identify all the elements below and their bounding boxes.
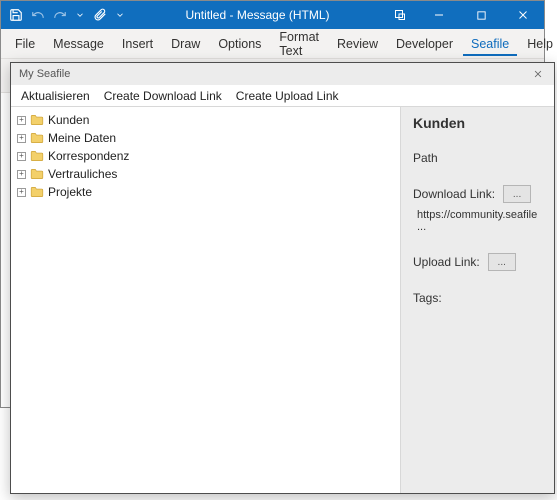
close-button[interactable] bbox=[502, 1, 544, 29]
attach-icon[interactable] bbox=[93, 8, 107, 22]
menubar-help[interactable]: Help bbox=[519, 32, 557, 56]
chevron-down-icon[interactable] bbox=[75, 10, 85, 20]
seafile-menu-refresh[interactable]: Aktualisieren bbox=[21, 89, 90, 103]
tags-label: Tags: bbox=[413, 291, 542, 305]
download-link-browse-button[interactable]: ... bbox=[503, 185, 531, 203]
folder-icon bbox=[30, 150, 44, 162]
redo-icon[interactable] bbox=[53, 8, 67, 22]
detail-panel: Kunden Path Download Link: ... https://c… bbox=[401, 107, 554, 493]
seafile-menubar: Aktualisieren Create Download Link Creat… bbox=[11, 85, 554, 107]
tree-item-label: Projekte bbox=[48, 184, 92, 200]
seafile-menu-create-upload[interactable]: Create Upload Link bbox=[236, 89, 339, 103]
window-controls bbox=[382, 1, 544, 29]
path-field: Path bbox=[413, 151, 542, 165]
expand-icon[interactable]: + bbox=[17, 188, 26, 197]
tree-item-label: Korrespondenz bbox=[48, 148, 129, 164]
undo-icon[interactable] bbox=[31, 8, 45, 22]
save-icon[interactable] bbox=[9, 8, 23, 22]
menubar-insert[interactable]: Insert bbox=[114, 32, 161, 56]
tree-item-projekte[interactable]: + Projekte bbox=[13, 183, 398, 201]
expand-icon[interactable]: + bbox=[17, 170, 26, 179]
seafile-window: My Seafile Aktualisieren Create Download… bbox=[10, 62, 555, 494]
close-icon[interactable] bbox=[530, 66, 546, 82]
seafile-titlebar: My Seafile bbox=[11, 63, 554, 85]
folder-icon bbox=[30, 132, 44, 144]
menubar-format-text[interactable]: Format Text bbox=[271, 25, 327, 63]
menubar-file[interactable]: File bbox=[7, 32, 43, 56]
upload-link-field: Upload Link: ... bbox=[413, 253, 542, 271]
outlook-menubar: File Message Insert Draw Options Format … bbox=[1, 29, 544, 59]
expand-icon[interactable]: + bbox=[17, 152, 26, 161]
chevron-down-icon[interactable] bbox=[115, 10, 125, 20]
tree-item-korrespondenz[interactable]: + Korrespondenz bbox=[13, 147, 398, 165]
tree-item-label: Vertrauliches bbox=[48, 166, 117, 182]
download-link-url: https://community.seafile ... bbox=[413, 209, 542, 233]
upload-link-browse-button[interactable]: ... bbox=[488, 253, 516, 271]
menubar-review[interactable]: Review bbox=[329, 32, 386, 56]
expand-icon[interactable]: + bbox=[17, 134, 26, 143]
path-label: Path bbox=[413, 151, 542, 165]
menubar-developer[interactable]: Developer bbox=[388, 32, 461, 56]
folder-icon bbox=[30, 186, 44, 198]
expand-icon[interactable]: + bbox=[17, 116, 26, 125]
tags-field: Tags: bbox=[413, 291, 542, 305]
maximize-button[interactable] bbox=[460, 1, 502, 29]
quick-access-toolbar bbox=[1, 8, 133, 22]
window-title: Untitled - Message (HTML) bbox=[133, 8, 382, 22]
menubar-seafile[interactable]: Seafile bbox=[463, 32, 517, 56]
folder-icon bbox=[30, 168, 44, 180]
download-link-label: Download Link: bbox=[413, 187, 495, 201]
folder-tree: + Kunden + Meine Daten + Korrespondenz bbox=[11, 107, 401, 493]
folder-icon bbox=[30, 114, 44, 126]
popout-button[interactable] bbox=[382, 1, 418, 29]
tree-item-label: Meine Daten bbox=[48, 130, 116, 146]
upload-link-label: Upload Link: bbox=[413, 255, 480, 269]
tree-item-vertrauliches[interactable]: + Vertrauliches bbox=[13, 165, 398, 183]
menubar-options[interactable]: Options bbox=[210, 32, 269, 56]
tree-item-label: Kunden bbox=[48, 112, 89, 128]
tree-item-kunden[interactable]: + Kunden bbox=[13, 111, 398, 129]
download-link-field: Download Link: ... https://community.sea… bbox=[413, 185, 542, 233]
minimize-button[interactable] bbox=[418, 1, 460, 29]
seafile-window-title: My Seafile bbox=[19, 68, 530, 80]
menubar-draw[interactable]: Draw bbox=[163, 32, 208, 56]
seafile-menu-create-download[interactable]: Create Download Link bbox=[104, 89, 222, 103]
detail-heading: Kunden bbox=[413, 115, 542, 131]
tree-item-meine-daten[interactable]: + Meine Daten bbox=[13, 129, 398, 147]
menubar-message[interactable]: Message bbox=[45, 32, 112, 56]
seafile-body: + Kunden + Meine Daten + Korrespondenz bbox=[11, 107, 554, 493]
